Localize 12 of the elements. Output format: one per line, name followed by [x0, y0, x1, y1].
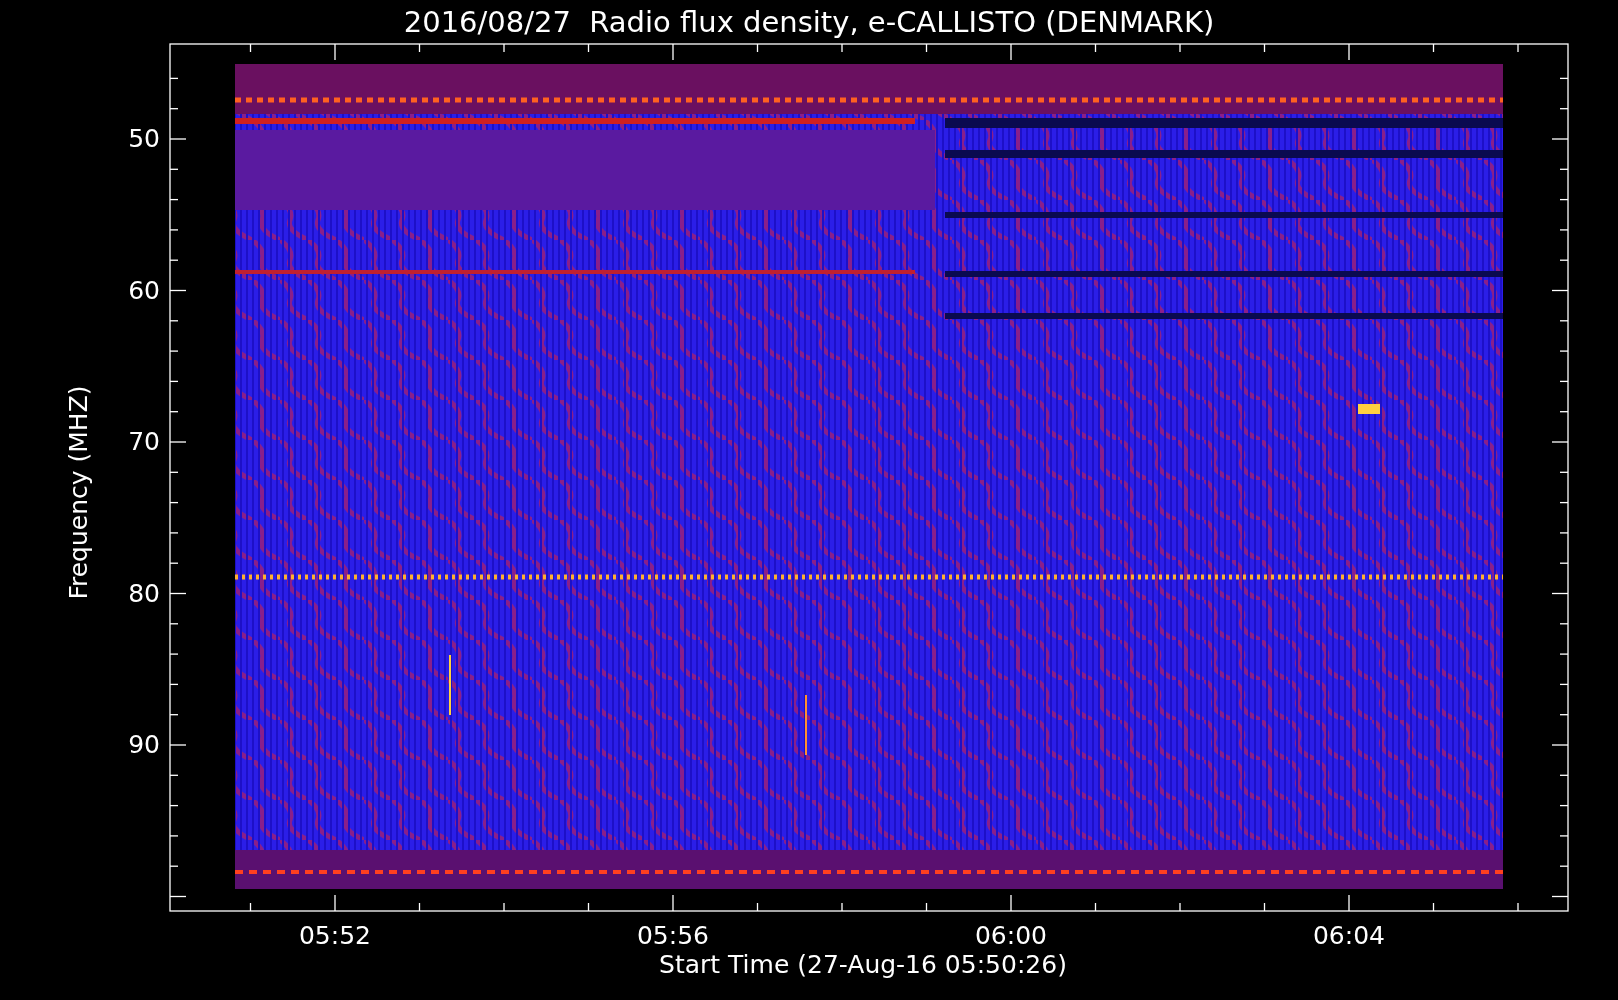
y-tick-label: 80 [127, 580, 160, 606]
y-tick-label: 60 [127, 277, 160, 303]
y-tick-label: 50 [127, 126, 160, 151]
y-tick-label: 70 [127, 429, 160, 454]
x-tick-label: 06:04 [1311, 923, 1386, 948]
y-tick-label: 90 [127, 732, 160, 757]
x-tick-label: 05:56 [635, 923, 710, 948]
y-axis-label: Frequency (MHZ) [65, 384, 91, 600]
x-axis-label: Start Time (27-Aug-16 05:50:26) [659, 952, 1067, 977]
x-tick-label: 06:00 [973, 923, 1048, 948]
x-tick-label: 05:52 [297, 923, 372, 948]
plot-title: 2016/08/27 Radio flux density, e-CALLISTO (DENMARK) [403, 7, 1215, 37]
